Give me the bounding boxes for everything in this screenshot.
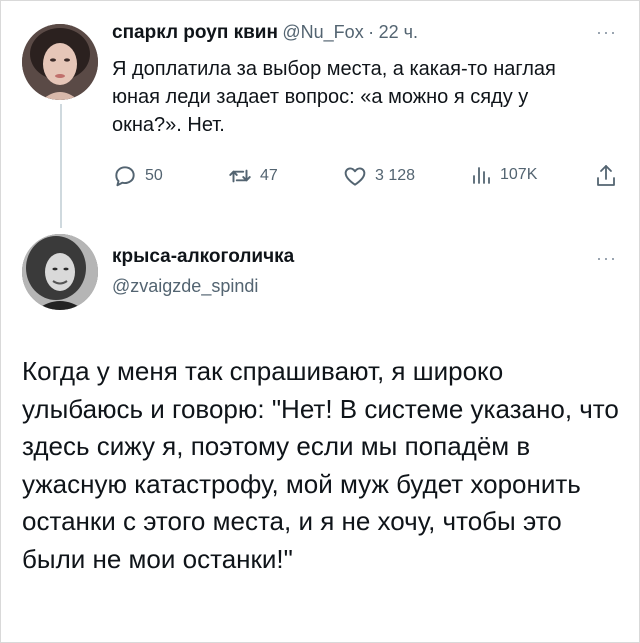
more-icon[interactable]: ··· [596, 248, 617, 269]
retweet-count: 47 [260, 167, 278, 184]
tweet1-actions: 50 47 3 128 107K [112, 163, 622, 191]
views-count: 107K [500, 166, 538, 183]
reply-count: 50 [145, 167, 163, 184]
like-count: 3 128 [375, 167, 416, 184]
views-icon [469, 163, 493, 187]
retweet-button[interactable]: 47 [227, 163, 278, 189]
retweet-icon [227, 163, 253, 189]
display-name[interactable]: спаркл роуп квин [112, 22, 278, 43]
like-icon [342, 163, 368, 189]
like-button[interactable]: 3 128 [342, 163, 415, 189]
avatar-nu-fox[interactable] [22, 24, 98, 100]
views-button[interactable]: 107K [469, 163, 537, 187]
reply-button[interactable]: 50 [112, 163, 163, 189]
timestamp[interactable]: 22 ч. [379, 22, 418, 42]
user-handle[interactable]: @Nu_Fox [282, 22, 363, 42]
share-button[interactable] [594, 163, 618, 189]
user-handle[interactable]: @zvaigzde_spindi [112, 276, 258, 297]
tweet1-text: Я доплатила за выбор места, а какая-то н… [112, 58, 556, 136]
dot-separator: · [368, 22, 375, 42]
more-icon[interactable]: ··· [596, 22, 617, 43]
tweet2-text: Когда у меня так спрашивают, я широко ул… [22, 356, 619, 574]
reply-icon [112, 163, 138, 189]
display-name[interactable]: крыса-алкоголичка [112, 246, 294, 268]
thread-line [60, 104, 62, 228]
tweet1-header: спаркл роуп квин @Nu_Fox · 22 ч. [112, 22, 418, 44]
share-icon [594, 163, 618, 189]
avatar-zvaigzde-spindi[interactable] [22, 234, 98, 310]
